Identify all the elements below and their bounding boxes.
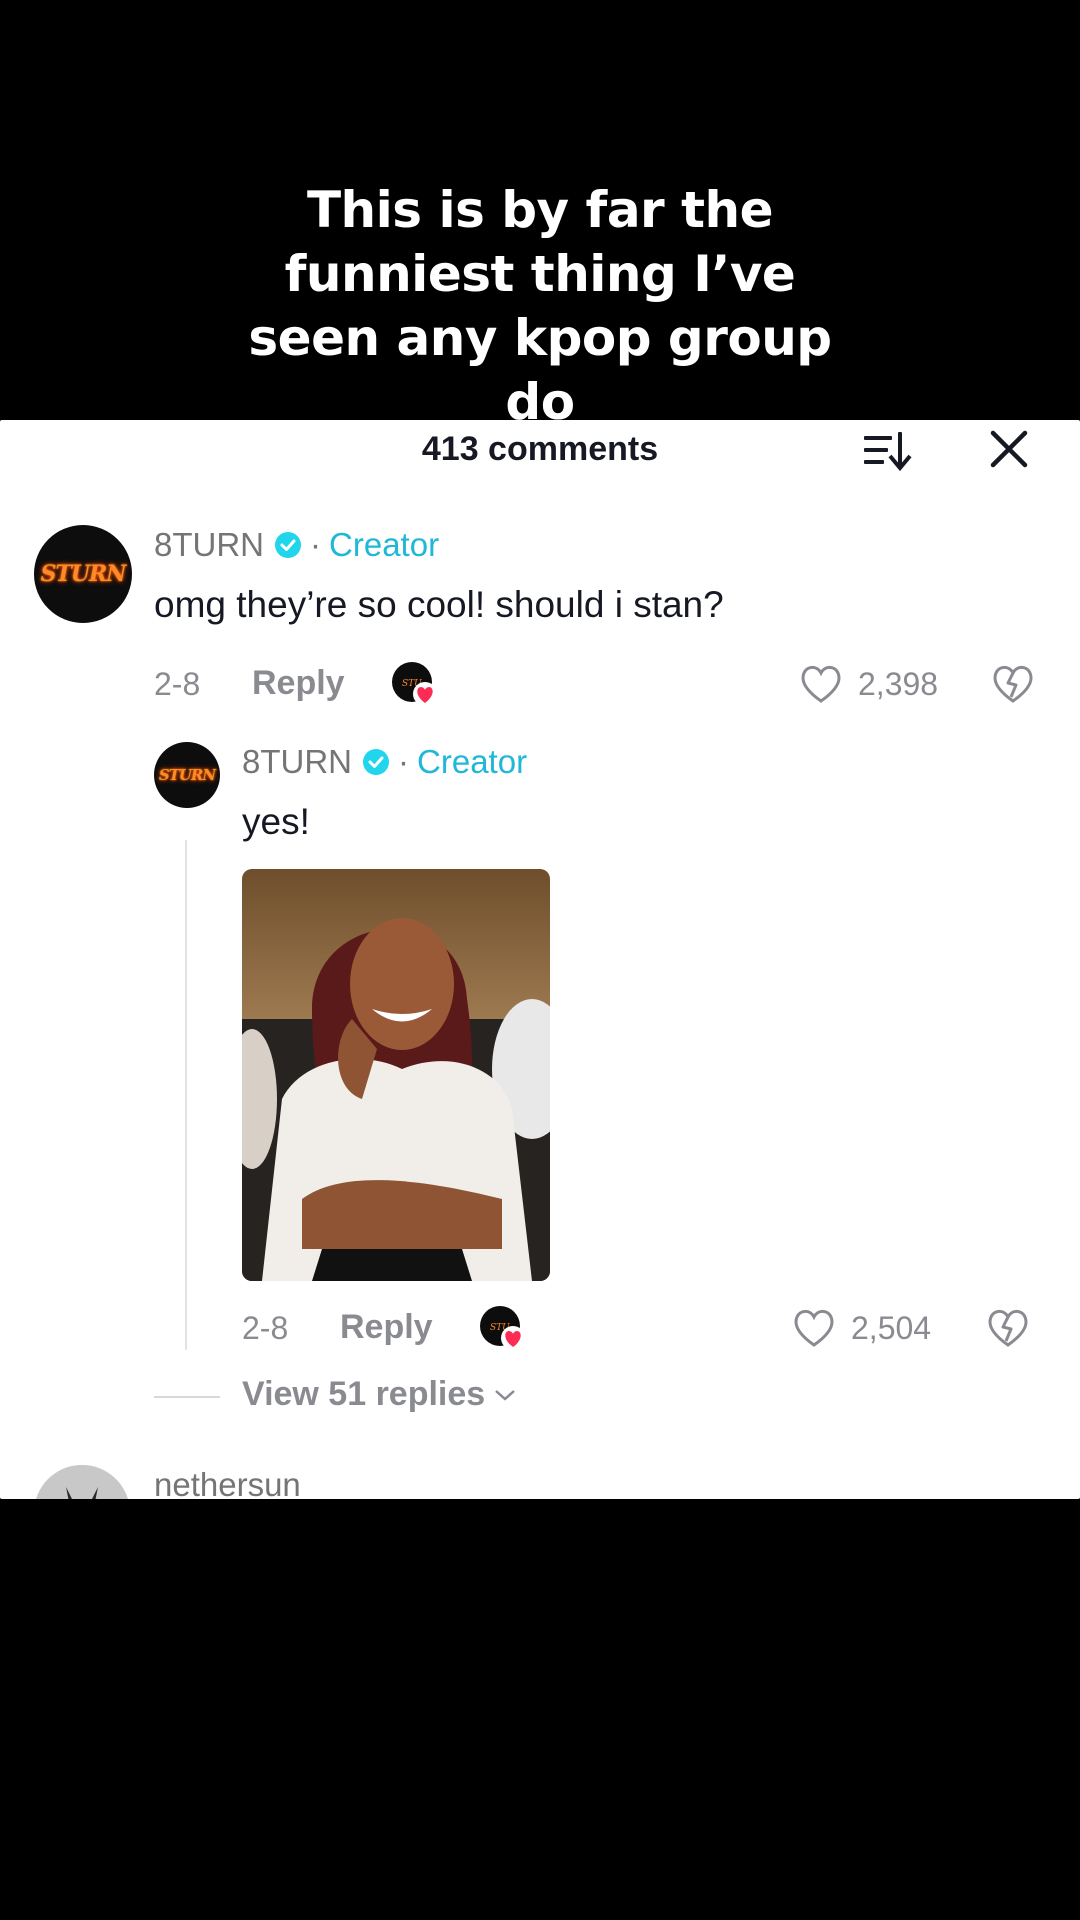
view-replies-label: View 51 replies	[242, 1375, 486, 1413]
comment-text: omg they’re so cool! should i stan?	[154, 584, 724, 625]
comments-header: 413 comments	[0, 420, 1080, 480]
comment-date: 2-8	[154, 666, 201, 702]
next-comment-username[interactable]: nethersun	[154, 1466, 301, 1499]
verified-badge-icon	[363, 749, 390, 775]
like-heart-icon[interactable]	[791, 1305, 837, 1351]
like-heart-icon[interactable]	[798, 661, 844, 707]
reply-text: yes!	[242, 801, 310, 842]
avatar[interactable]: STURN	[34, 525, 132, 623]
reply-avatar[interactable]: STURN	[154, 742, 220, 808]
reply-gif-image[interactable]	[242, 869, 550, 1281]
dislike-broken-heart-icon[interactable]	[990, 661, 1036, 707]
comment-username[interactable]: 8TURN · Creator	[154, 526, 439, 564]
separator-dot: ·	[310, 526, 322, 563]
comments-sheet: 413 comments STURN 8TURN · Creator omg t…	[0, 420, 1080, 1499]
creator-label: Creator	[417, 743, 528, 780]
username-text: 8TURN	[242, 743, 353, 780]
creature-avatar-icon	[34, 1465, 130, 1499]
view-replies-divider	[154, 1396, 220, 1398]
view-replies-button[interactable]: View 51 replies	[242, 1375, 517, 1414]
like-count: 2,504	[851, 1310, 932, 1346]
separator-dot: ·	[398, 743, 410, 780]
creator-label: Creator	[329, 526, 440, 563]
comments-count: 413 comments	[421, 430, 659, 468]
reply-button[interactable]: Reply	[340, 1308, 433, 1347]
creator-liked-icon: STU	[480, 1306, 525, 1350]
dislike-broken-heart-icon[interactable]	[985, 1305, 1031, 1351]
reply-username[interactable]: 8TURN · Creator	[242, 743, 527, 781]
reply-button[interactable]: Reply	[252, 664, 345, 703]
thread-line	[185, 840, 187, 1350]
creator-liked-icon: STU	[392, 662, 437, 706]
next-comment-avatar[interactable]	[34, 1465, 130, 1499]
avatar-logo-text: STURN	[158, 766, 216, 784]
sort-icon[interactable]	[862, 428, 912, 472]
username-text: 8TURN	[154, 526, 265, 563]
chevron-down-icon	[495, 1389, 516, 1401]
video-caption: This is by far the funniest thing I’ve s…	[248, 181, 832, 431]
reply-date: 2-8	[242, 1310, 289, 1346]
avatar-logo-text: STURN	[40, 561, 127, 587]
verified-badge-icon	[275, 532, 302, 558]
close-icon[interactable]	[988, 428, 1030, 470]
like-count: 2,398	[858, 666, 939, 702]
